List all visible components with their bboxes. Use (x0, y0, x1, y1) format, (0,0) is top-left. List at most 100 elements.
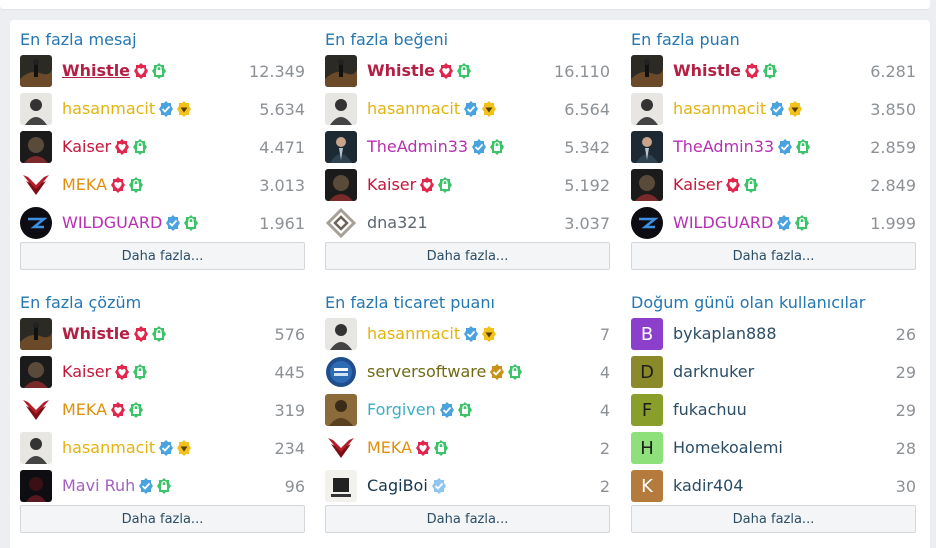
username-kaiser[interactable]: Kaiser (62, 362, 111, 382)
username-kadir404[interactable]: kadir404 (673, 476, 744, 496)
avatar-hasanmacit[interactable] (325, 93, 357, 125)
user-badges (744, 63, 778, 79)
avatar-bykaplan888[interactable]: B (631, 318, 663, 350)
username-kaiser[interactable]: Kaiser (62, 137, 111, 157)
avatar-kaiser[interactable] (20, 356, 52, 388)
avatar-hasanmacit[interactable] (20, 93, 52, 125)
shield-lock-icon (743, 177, 759, 193)
username-meka[interactable]: MEKA (367, 438, 412, 458)
list-item: TheAdmin33 5.342 (325, 128, 610, 166)
shield-lock-icon (457, 402, 473, 418)
username-hasanmacit[interactable]: hasanmacit (62, 438, 155, 458)
verified-check-icon (769, 101, 785, 117)
avatar-homekoalemi[interactable]: H (631, 432, 663, 464)
avatar-kaiser[interactable] (20, 131, 52, 163)
more-button[interactable]: Daha fazla... (20, 505, 305, 533)
heart-badge-icon (725, 177, 741, 193)
message-count: 12.349 (249, 61, 305, 81)
heart-badge-icon (744, 63, 760, 79)
avatar-hasanmacit[interactable] (325, 318, 357, 350)
avatar-mavi-ruh[interactable] (20, 470, 52, 502)
avatar-meka[interactable] (20, 394, 52, 426)
user-badges (776, 215, 810, 231)
username-wildguard[interactable]: WILDGUARD (673, 213, 773, 233)
avatar-dna321[interactable] (325, 207, 357, 239)
list-item: F fukachuu 29 (631, 391, 916, 429)
message-count: 3.013 (259, 175, 305, 195)
more-button[interactable]: Daha fazla... (631, 242, 916, 270)
more-button[interactable]: Daha fazla... (20, 242, 305, 270)
avatar-serversoftware[interactable] (325, 356, 357, 388)
username-kaiser[interactable]: Kaiser (673, 175, 722, 195)
avatar-hasanmacit[interactable] (20, 432, 52, 464)
username-wildguard[interactable]: WILDGUARD (62, 213, 162, 233)
username-hasanmacit[interactable]: hasanmacit (673, 99, 766, 119)
shield-lock-icon (794, 215, 810, 231)
username-mavi-ruh[interactable]: Mavi Ruh (62, 476, 135, 496)
avatar-whistle[interactable] (20, 55, 52, 87)
gold-check-icon (489, 364, 505, 380)
username-whistle[interactable]: Whistle (673, 61, 741, 81)
avatar-kaiser[interactable] (631, 169, 663, 201)
avatar-cagiboi[interactable] (325, 470, 357, 502)
section-title[interactable]: En fazla puan (631, 28, 916, 52)
username-whistle[interactable]: Whistle (367, 61, 435, 81)
avatar-wildguard[interactable] (20, 207, 52, 239)
avatar-wildguard[interactable] (631, 207, 663, 239)
avatar-whistle[interactable] (325, 55, 357, 87)
avatar-theadmin33[interactable] (325, 131, 357, 163)
solution-count: 96 (284, 476, 305, 496)
list-item: Kaiser 2.849 (631, 166, 916, 204)
shield-lock-icon (183, 215, 199, 231)
username-theadmin33[interactable]: TheAdmin33 (673, 137, 774, 157)
username-fukachuu[interactable]: fukachuu (673, 400, 747, 420)
user-badges (114, 364, 148, 380)
avatar-whistle[interactable] (631, 55, 663, 87)
username-darknuker[interactable]: darknuker (673, 362, 754, 382)
more-button[interactable]: Daha fazla... (325, 242, 610, 270)
username-theadmin33[interactable]: TheAdmin33 (367, 137, 468, 157)
username-forgiven[interactable]: Forgiven (367, 400, 436, 420)
avatar-kaiser[interactable] (325, 169, 357, 201)
avatar-fukachuu[interactable]: F (631, 394, 663, 426)
birthday-age: 26 (895, 324, 916, 344)
username-meka[interactable]: MEKA (62, 175, 107, 195)
avatar-meka[interactable] (20, 169, 52, 201)
list-item: Whistle 6.281 (631, 52, 916, 90)
verified-check-icon (158, 101, 174, 117)
username-meka[interactable]: MEKA (62, 400, 107, 420)
username-hasanmacit[interactable]: hasanmacit (62, 99, 155, 119)
list-item: D darknuker 29 (631, 353, 916, 391)
username-homekoalemi[interactable]: Homekoalemi (673, 438, 783, 458)
avatar-darknuker[interactable]: D (631, 356, 663, 388)
more-button[interactable]: Daha fazla... (325, 505, 610, 533)
avatar-forgiven[interactable] (325, 394, 357, 426)
heart-badge-icon (110, 177, 126, 193)
section-title[interactable]: En fazla beğeni (325, 28, 610, 52)
section-title[interactable]: En fazla ticaret puanı (325, 291, 610, 315)
avatar-kadir404[interactable]: K (631, 470, 663, 502)
avatar-hasanmacit[interactable] (631, 93, 663, 125)
username-hasanmacit[interactable]: hasanmacit (367, 99, 460, 119)
username-whistle[interactable]: Whistle (62, 61, 130, 81)
section-title[interactable]: En fazla çözüm (20, 291, 305, 315)
list-item: MEKA 2 (325, 429, 610, 467)
user-badges (138, 478, 172, 494)
trade-count: 2 (599, 438, 610, 458)
avatar-theadmin33[interactable] (631, 131, 663, 163)
username-kaiser[interactable]: Kaiser (367, 175, 416, 195)
avatar-whistle[interactable] (20, 318, 52, 350)
username-dna321[interactable]: dna321 (367, 213, 428, 233)
section-title[interactable]: Doğum günü olan kullanıcılar (631, 291, 916, 315)
avatar-meka[interactable] (325, 432, 357, 464)
username-bykaplan888[interactable]: bykaplan888 (673, 324, 777, 344)
section-title[interactable]: En fazla mesaj (20, 28, 305, 52)
more-button[interactable]: Daha fazla... (631, 505, 916, 533)
verified-check-icon (463, 326, 479, 342)
username-hasanmacit[interactable]: hasanmacit (367, 324, 460, 344)
username-serversoftware[interactable]: serversoftware (367, 362, 486, 382)
username-cagiboi[interactable]: CagiBoi (367, 476, 428, 496)
username-whistle[interactable]: Whistle (62, 324, 130, 344)
message-count: 4.471 (259, 137, 305, 157)
message-count: 5.634 (259, 99, 305, 119)
